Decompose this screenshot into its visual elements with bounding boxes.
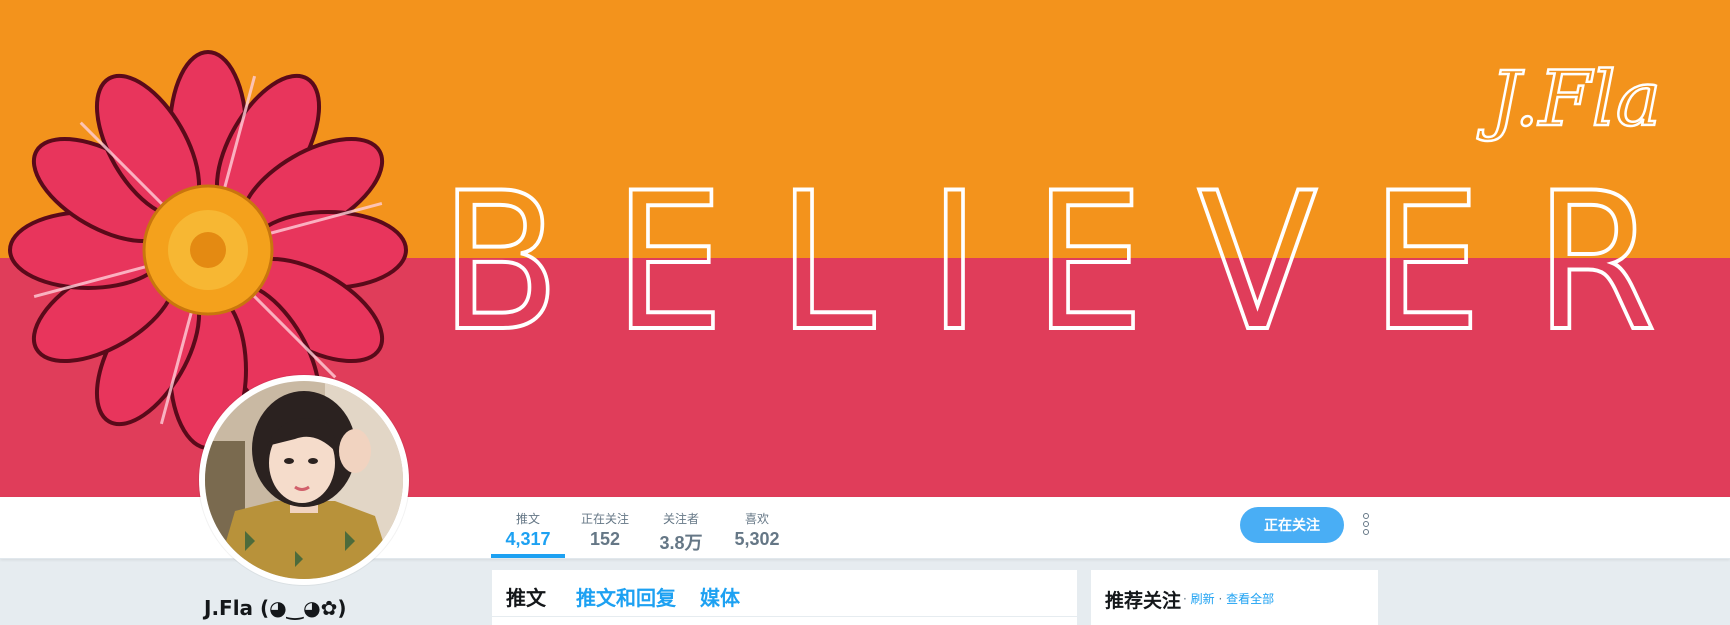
stat-following-label: 正在关注 xyxy=(580,512,629,526)
view-all-link[interactable]: 查看全部 xyxy=(1226,592,1274,606)
avatar-photo xyxy=(205,381,403,579)
stat-likes-value: 5,302 xyxy=(734,529,780,549)
stat-tweets-label: 推文 xyxy=(515,512,540,526)
following-button[interactable]: 正在关注 xyxy=(1240,507,1344,543)
timeline-tabs: 推文 推文和回复 媒体 xyxy=(492,570,1077,617)
tab-tweets[interactable]: 推文 xyxy=(506,582,546,611)
stat-following-value: 152 xyxy=(589,529,621,549)
stat-tweets-value: 4,317 xyxy=(505,529,551,549)
who-to-follow-title: 推荐关注 xyxy=(1105,590,1182,612)
timeline-card: 推文 推文和回复 媒体 xyxy=(491,569,1078,625)
banner-wordmark: BELIEVER xyxy=(440,152,1710,373)
banner-signature: J.Fla xyxy=(1477,54,1661,143)
who-to-follow-card: 推荐关注 · 刷新 · 查看全部 xyxy=(1090,569,1379,625)
stat-following[interactable]: 正在关注 152 xyxy=(575,497,635,558)
who-to-follow-links: · 刷新 · 查看全部 xyxy=(1183,590,1274,607)
stat-followers-label: 关注者 xyxy=(662,512,699,526)
tab-media[interactable]: 媒体 xyxy=(700,582,740,611)
stat-followers[interactable]: 关注者 3.8万 xyxy=(650,497,712,558)
refresh-link[interactable]: 刷新 xyxy=(1191,592,1215,606)
stat-tweets[interactable]: 推文 4,317 xyxy=(491,497,565,558)
avatar[interactable] xyxy=(199,375,409,585)
profile-name: J.Fla (◕‿◕✿) xyxy=(204,596,347,620)
more-options-icon[interactable] xyxy=(1358,512,1374,538)
stat-likes[interactable]: 喜欢 5,302 xyxy=(727,497,787,558)
separator: · xyxy=(1183,592,1187,606)
stat-followers-value: 3.8万 xyxy=(659,533,703,553)
separator: · xyxy=(1218,592,1223,606)
stat-likes-label: 喜欢 xyxy=(744,512,769,526)
tab-tweets-and-replies[interactable]: 推文和回复 xyxy=(576,582,676,611)
